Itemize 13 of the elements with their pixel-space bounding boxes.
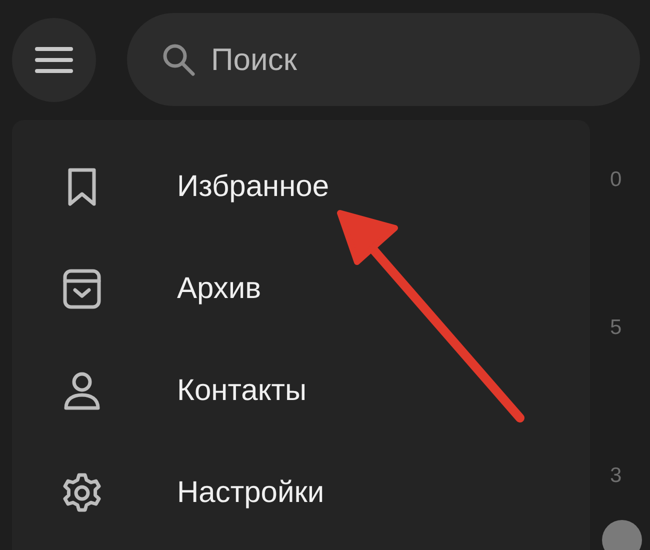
chat-count: 0 <box>610 168 623 192</box>
menu-item[interactable]: Настройки <box>12 442 590 544</box>
chat-count: 5 <box>610 316 623 340</box>
chat-count: 3 <box>610 464 623 488</box>
search-icon <box>161 42 197 78</box>
avatar-circle <box>602 520 642 550</box>
search-input[interactable]: Поиск <box>211 30 610 90</box>
menu-item[interactable]: Контакты <box>12 340 590 442</box>
menu-item[interactable]: Избранное <box>12 136 590 238</box>
menu-item[interactable]: Архив <box>12 238 590 340</box>
settings-icon <box>60 471 104 515</box>
search-field[interactable]: Поиск <box>127 13 640 106</box>
menu-icon <box>34 44 74 74</box>
